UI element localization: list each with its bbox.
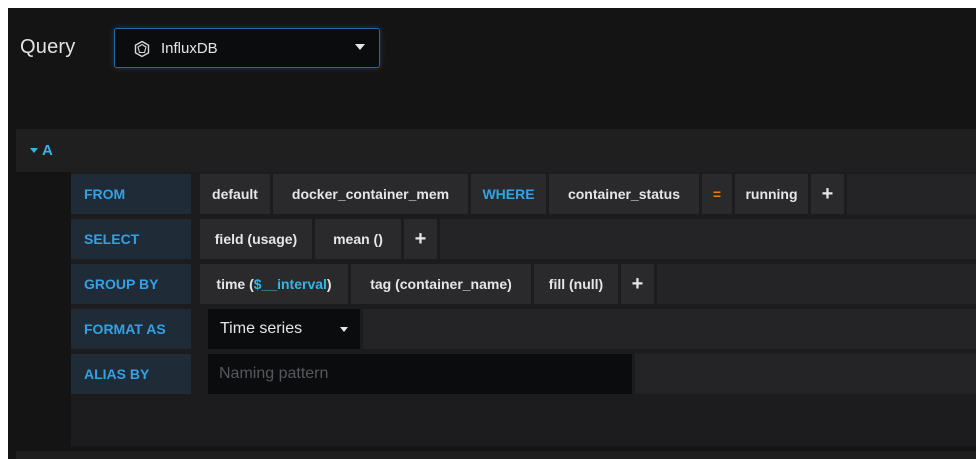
format-as-row: FORMAT AS Time series [71, 307, 976, 351]
query-row-header[interactable]: A [16, 129, 976, 172]
from-row: FROM default docker_container_mem WHERE … [71, 172, 976, 216]
tag-value-segment[interactable]: running [735, 174, 808, 214]
format-as-keyword: FORMAT AS [71, 309, 191, 349]
fill-segment[interactable]: fill (null) [534, 264, 618, 304]
query-editor: FROM default docker_container_mem WHERE … [71, 172, 976, 446]
chevron-down-icon [340, 327, 348, 332]
query-panel: Query InfluxDB A FROM default docker_con… [8, 8, 976, 459]
row-filler [363, 309, 976, 349]
influxdb-icon [134, 40, 150, 58]
group-by-time-segment[interactable]: time ($__interval) [200, 264, 348, 304]
tag-key-segment[interactable]: container_status [549, 174, 699, 214]
row-filler [847, 174, 976, 214]
select-keyword: SELECT [71, 219, 191, 259]
aggregate-segment[interactable]: mean () [315, 219, 401, 259]
from-keyword: FROM [71, 174, 191, 214]
time-interval-variable: $__interval [253, 276, 327, 292]
operator-segment[interactable]: = [702, 174, 732, 214]
time-prefix: time ( [216, 276, 254, 292]
group-by-keyword: GROUP BY [71, 264, 191, 304]
where-keyword: WHERE [471, 174, 546, 214]
time-suffix: ) [326, 276, 332, 292]
format-as-value: Time series [220, 320, 303, 337]
query-title: Query [20, 36, 76, 58]
format-as-select[interactable]: Time series [208, 309, 360, 349]
row-filler [657, 264, 976, 304]
row-filler [635, 354, 976, 394]
retention-policy-segment[interactable]: default [200, 174, 270, 214]
add-group-by-button[interactable]: + [621, 264, 654, 304]
query-ref-label: A [42, 142, 53, 159]
alias-by-row: ALIAS BY [71, 352, 976, 396]
chevron-down-icon [355, 44, 365, 50]
measurement-segment[interactable]: docker_container_mem [273, 174, 468, 214]
select-row: SELECT field (usage) mean () + [71, 217, 976, 261]
row-filler [440, 219, 976, 259]
group-by-tag-segment[interactable]: tag (container_name) [351, 264, 531, 304]
datasource-picker[interactable]: InfluxDB [114, 28, 380, 68]
datasource-name: InfluxDB [161, 40, 218, 57]
add-select-button[interactable]: + [404, 219, 437, 259]
alias-by-input[interactable] [208, 354, 632, 394]
add-where-button[interactable]: + [811, 174, 844, 214]
query-header: Query InfluxDB [8, 8, 976, 108]
field-segment[interactable]: field (usage) [200, 219, 312, 259]
group-by-row: GROUP BY time ($__interval) tag (contain… [71, 262, 976, 306]
collapse-caret-icon[interactable] [30, 148, 38, 153]
alias-by-keyword: ALIAS BY [71, 354, 191, 394]
next-query-row-edge [16, 451, 976, 459]
